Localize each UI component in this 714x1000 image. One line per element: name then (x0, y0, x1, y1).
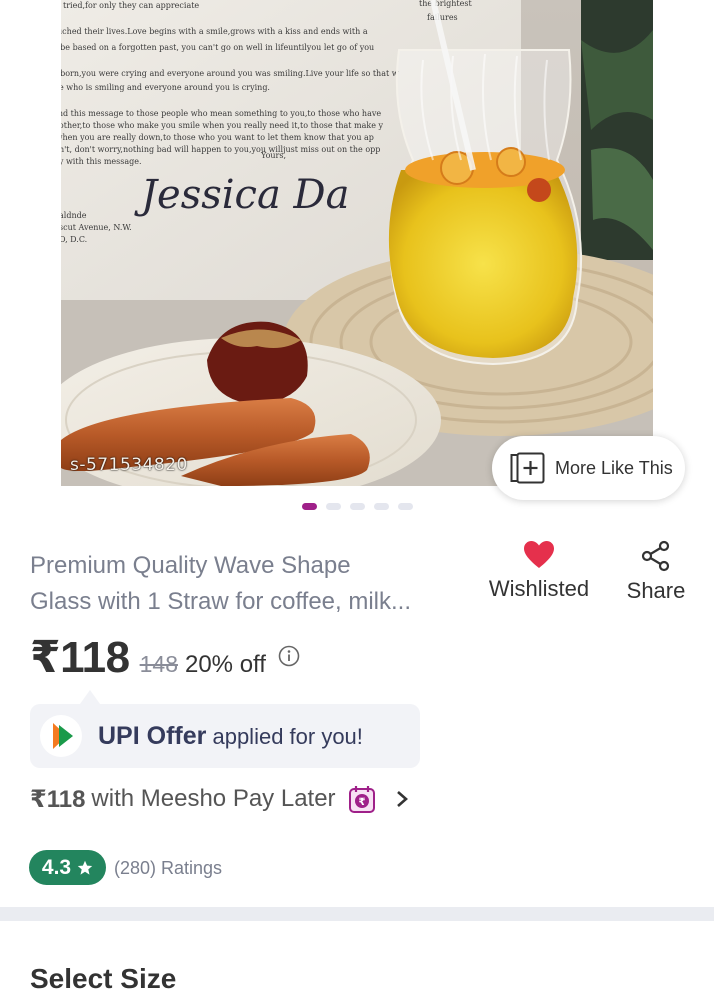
letter-line: ys be based on a forgotten past, you can… (61, 43, 374, 52)
share-button[interactable]: Share (618, 540, 694, 604)
letter-line: touched their lives.Love begins with a s… (61, 27, 368, 36)
letter-line: the brightest (419, 0, 472, 8)
letter-line: send this message to those people who me… (61, 109, 381, 118)
image-carousel-dots (302, 503, 413, 510)
letter-line: Yours, (260, 151, 286, 160)
letter-line: day with this message. (61, 157, 142, 166)
price-row: ₹118 148 20% off (30, 632, 266, 683)
upi-offer-detail: applied for you! (206, 723, 363, 749)
letter-signature: Jessica Da (134, 172, 349, 218)
upi-logo-icon (40, 715, 82, 757)
original-price: 148 (139, 651, 178, 677)
chevron-right-icon (396, 791, 408, 807)
letter-line: aldnde (61, 211, 87, 220)
share-label: Share (626, 578, 686, 603)
product-sku-watermark: s-571534820 (70, 455, 188, 475)
letter-line: s when you are really down,to those who … (61, 133, 374, 142)
select-size-heading: Select Size (30, 963, 177, 994)
more-like-this-label: More Like This (555, 457, 673, 478)
carousel-dot[interactable] (350, 503, 365, 510)
pay-later-amount: ₹118 (30, 785, 86, 813)
letter-line: don't, don't worry,nothing bad will happ… (61, 145, 380, 154)
discount-label: 20% off (184, 651, 266, 678)
section-divider (0, 907, 714, 921)
product-title-line1: Premium Quality Wave Shape (30, 552, 351, 579)
heart-filled-icon (524, 541, 554, 568)
upi-offer-pointer (80, 690, 100, 704)
rating-value: 4.3 (41, 855, 72, 879)
add-square-icon (510, 452, 545, 484)
letter-line: failures (427, 13, 458, 22)
pay-later-row[interactable]: ₹118 with Meesho Pay Later ₹ (30, 784, 410, 814)
carousel-dot-active[interactable] (302, 503, 317, 510)
selling-price: ₹118 (30, 633, 130, 682)
letter-line: scut Avenue, N.W. (61, 223, 132, 232)
wishlist-label: Wishlisted (488, 576, 590, 601)
upi-offer-title: UPI Offer (98, 721, 207, 750)
carousel-dot[interactable] (326, 503, 341, 510)
info-icon[interactable] (278, 645, 300, 667)
letter-line: another,to those who make you smile when… (61, 121, 384, 130)
wishlist-button[interactable]: Wishlisted (478, 540, 600, 602)
upi-offer-banner[interactable]: UPI Offer applied for you! (30, 704, 420, 768)
share-icon (641, 540, 670, 572)
star-icon (77, 860, 93, 875)
pay-later-text: with Meesho Pay Later (91, 785, 336, 812)
carousel-dot[interactable] (374, 503, 389, 510)
product-title: Premium Quality Wave Shape Glass with 1 … (30, 548, 470, 620)
upi-offer-text: UPI Offer applied for you! (98, 722, 363, 751)
product-image[interactable]: tried,for only they can appreciate the b… (61, 0, 653, 486)
svg-text:₹: ₹ (358, 797, 365, 808)
letter-line: tried,for only they can appreciate (63, 1, 199, 10)
letter-line: O, D.C. (61, 235, 87, 244)
rating-badge[interactable]: 4.3 (29, 850, 106, 885)
letter-line: re born,you were crying and everyone aro… (61, 69, 399, 78)
carousel-dot[interactable] (398, 503, 413, 510)
more-like-this-button[interactable]: More Like This (492, 436, 685, 500)
letter-line: one who is smiling and everyone around y… (61, 83, 270, 92)
rupee-calendar-icon: ₹ (348, 786, 375, 813)
ratings-count[interactable]: (280) Ratings (114, 858, 222, 879)
product-title-line2: Glass with 1 Straw for coffee, milk... (30, 588, 412, 615)
